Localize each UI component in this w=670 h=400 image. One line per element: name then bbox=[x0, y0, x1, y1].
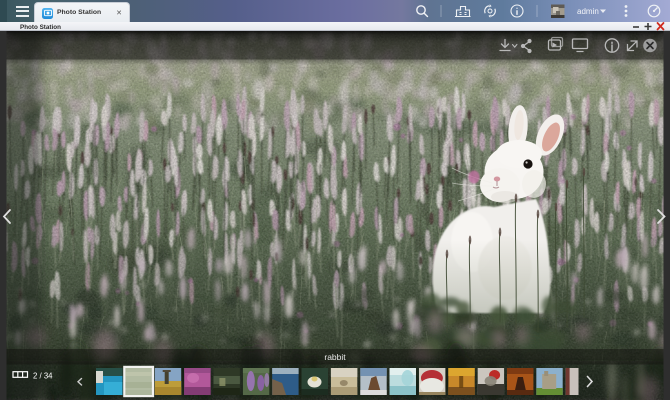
svg-text:admin: admin bbox=[577, 7, 599, 16]
svg-text:2 / 34: 2 / 34 bbox=[33, 371, 53, 380]
svg-text:rabbit: rabbit bbox=[324, 352, 346, 362]
